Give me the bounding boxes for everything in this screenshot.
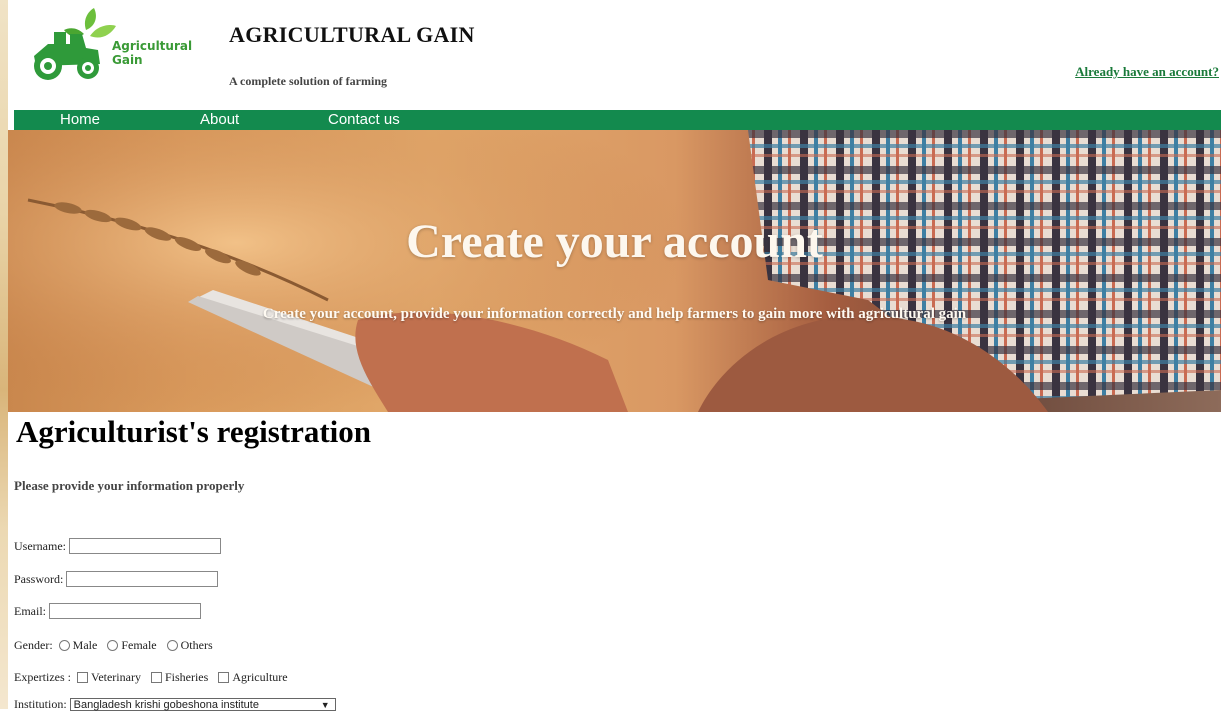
svg-text:Agricultural: Agricultural [112, 39, 192, 53]
hero-title: Create your account [406, 215, 823, 268]
institution-row: Institution: Bangladesh krishi gobeshona… [14, 697, 336, 712]
hero-banner: Create your account Create your account,… [8, 130, 1221, 412]
gender-female-radio[interactable] [107, 640, 119, 651]
gender-row: Gender: Male Female Others [14, 638, 217, 653]
gender-label: Gender: [14, 638, 53, 652]
registration-subheading: Please provide your information properly [14, 478, 245, 493]
username-row: Username: [14, 538, 221, 554]
gender-others-label: Others [180, 638, 213, 652]
institution-label: Institution: [14, 697, 67, 711]
expertise-agriculture-checkbox[interactable] [218, 672, 230, 683]
svg-text:Gain: Gain [112, 53, 143, 67]
gender-male-radio[interactable] [58, 640, 70, 651]
expertise-veterinary-label: Veterinary [90, 670, 141, 684]
gender-male-label: Male [72, 638, 98, 652]
nav-item-home[interactable]: Home [60, 111, 100, 129]
site-title: AGRICULTURAL GAIN [229, 22, 475, 47]
username-label: Username: [14, 538, 66, 553]
expertise-agriculture-label: Agriculture [232, 670, 288, 684]
email-label: Email: [14, 603, 46, 618]
gender-others-radio[interactable] [166, 640, 178, 651]
password-input[interactable] [66, 571, 219, 587]
hero-background-image [8, 130, 1221, 412]
registration-heading: Agriculturist's registration [16, 414, 372, 449]
gender-female-label: Female [121, 638, 157, 652]
login-link[interactable]: Already have an account? [1075, 64, 1219, 80]
nav-item-about[interactable]: About [200, 111, 239, 129]
username-input[interactable] [68, 538, 221, 554]
expertise-row: Expertizes : Veterinary Fisheries Agricu… [14, 670, 292, 685]
password-label: Password: [14, 571, 64, 586]
site-tagline: A complete solution of farming [229, 74, 387, 88]
email-input[interactable] [49, 603, 201, 619]
nav-item-contact[interactable]: Contact us [328, 111, 400, 129]
institution-select[interactable]: Bangladesh krishi gobeshona institute ▼ [69, 698, 336, 711]
expertise-fisheries-checkbox[interactable] [150, 672, 162, 683]
hero-subtitle: Create your account, provide your inform… [262, 306, 967, 322]
expertise-fisheries-label: Fisheries [164, 670, 209, 684]
email-row: Email: [14, 603, 201, 619]
expertise-veterinary-checkbox[interactable] [76, 672, 88, 683]
password-row: Password: [14, 571, 219, 587]
chevron-down-icon: ▼ [320, 699, 330, 710]
main-nav: Home About Contact us [14, 110, 1221, 130]
page-edge-decoration [0, 0, 8, 709]
tractor-logo-icon: Agricultural Gain [34, 8, 192, 80]
expertise-label: Expertizes : [14, 670, 71, 684]
site-logo[interactable]: Agricultural Gain [24, 8, 202, 86]
